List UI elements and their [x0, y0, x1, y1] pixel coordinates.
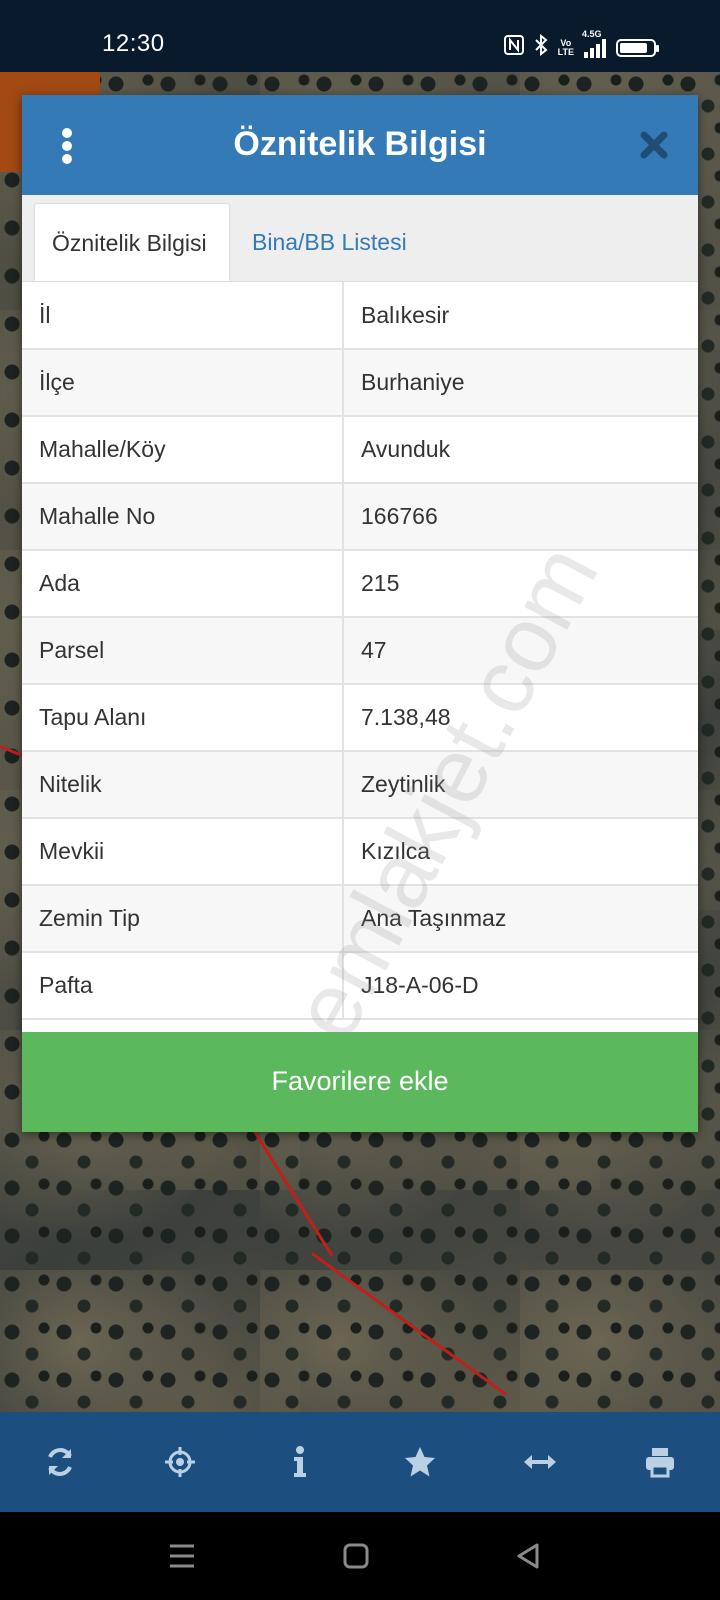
signal-icon: 4.5G [582, 29, 606, 58]
table-row: Nitelik Zeytinlik [22, 751, 698, 819]
nfc-icon [503, 35, 524, 60]
status-bar: 12:30 Vo LTE 4.5G [0, 0, 720, 72]
attribute-value: Zeytinlik [343, 751, 698, 819]
volte-text-lte: LTE [557, 46, 574, 57]
back-icon[interactable] [506, 1534, 550, 1578]
attribute-value: Ana Taşınmaz [343, 885, 698, 953]
table-row: Mevkii Kızılca [22, 818, 698, 886]
attribute-key: Pafta [22, 952, 344, 1020]
star-icon[interactable] [390, 1432, 450, 1492]
table-row: Pafta J18-A-06-D [22, 952, 698, 1020]
attribute-value: 215 [343, 550, 698, 618]
attribute-key: Mahalle No [22, 483, 344, 551]
tab-attribute-info[interactable]: Öznitelik Bilgisi [34, 203, 230, 281]
system-nav-bar [0, 1512, 720, 1600]
close-icon[interactable] [634, 125, 674, 165]
battery-icon [616, 38, 659, 57]
attribute-key: Parsel [22, 617, 344, 685]
recent-apps-icon[interactable] [160, 1534, 204, 1578]
table-row: Mahalle/Köy Avunduk [22, 416, 698, 484]
attribute-value: Kızılca [343, 818, 698, 886]
tab-bar: Öznitelik Bilgisi Bina/BB Listesi [22, 195, 698, 282]
measure-icon[interactable] [510, 1432, 570, 1492]
table-row: Zemin Tip Ana Taşınmaz [22, 885, 698, 953]
attribute-key: Nitelik [22, 751, 344, 819]
attribute-key: Mahalle/Köy [22, 416, 344, 484]
status-time: 12:30 [102, 30, 165, 57]
battery-level [620, 42, 647, 53]
attribute-value: Avunduk [343, 416, 698, 484]
table-row: İl Balıkesir [22, 282, 698, 350]
tab-building-list[interactable]: Bina/BB Listesi [235, 203, 424, 281]
table-row: İlçe Burhaniye [22, 349, 698, 417]
dialog-header: Öznitelik Bilgisi [22, 95, 698, 195]
attribute-key: Ada [22, 550, 344, 618]
attribute-key: Tapu Alanı [22, 684, 344, 752]
attribute-table: İl Balıkesir İlçe Burhaniye Mahalle/Köy Avund… [22, 282, 698, 1020]
network-type: 4.5G [582, 28, 602, 39]
table-row: Mahalle No 166766 [22, 483, 698, 551]
dialog-title: Öznitelik Bilgisi [233, 125, 487, 163]
attribute-value: 7.138,48 [343, 684, 698, 752]
home-icon[interactable] [334, 1534, 378, 1578]
print-icon[interactable] [630, 1432, 690, 1492]
table-row: Ada 215 [22, 550, 698, 618]
refresh-icon[interactable] [30, 1432, 90, 1492]
volte-icon: Vo LTE [557, 38, 574, 57]
add-to-favorites-button[interactable]: Favorilere ekle [22, 1032, 698, 1132]
status-icons: Vo LTE 4.5G [503, 29, 659, 61]
attribute-value: 166766 [343, 483, 698, 551]
attribute-value: 47 [343, 617, 698, 685]
bluetooth-icon [534, 33, 548, 61]
attribute-value: J18-A-06-D [343, 952, 698, 1020]
attribute-value: Burhaniye [343, 349, 698, 417]
map-toolbar [0, 1412, 720, 1512]
locate-icon[interactable] [150, 1432, 210, 1492]
info-icon[interactable] [270, 1432, 330, 1492]
attribute-key: İl [22, 282, 344, 350]
attribute-key: Mevkii [22, 818, 344, 886]
table-row: Parsel 47 [22, 617, 698, 685]
attribute-key: İlçe [22, 349, 344, 417]
attribute-key: Zemin Tip [22, 885, 344, 953]
table-row: Tapu Alanı 7.138,48 [22, 684, 698, 752]
attribute-value: Balıkesir [343, 282, 698, 350]
attribute-dialog: Öznitelik Bilgisi Öznitelik Bilgisi Bina… [22, 95, 698, 1132]
